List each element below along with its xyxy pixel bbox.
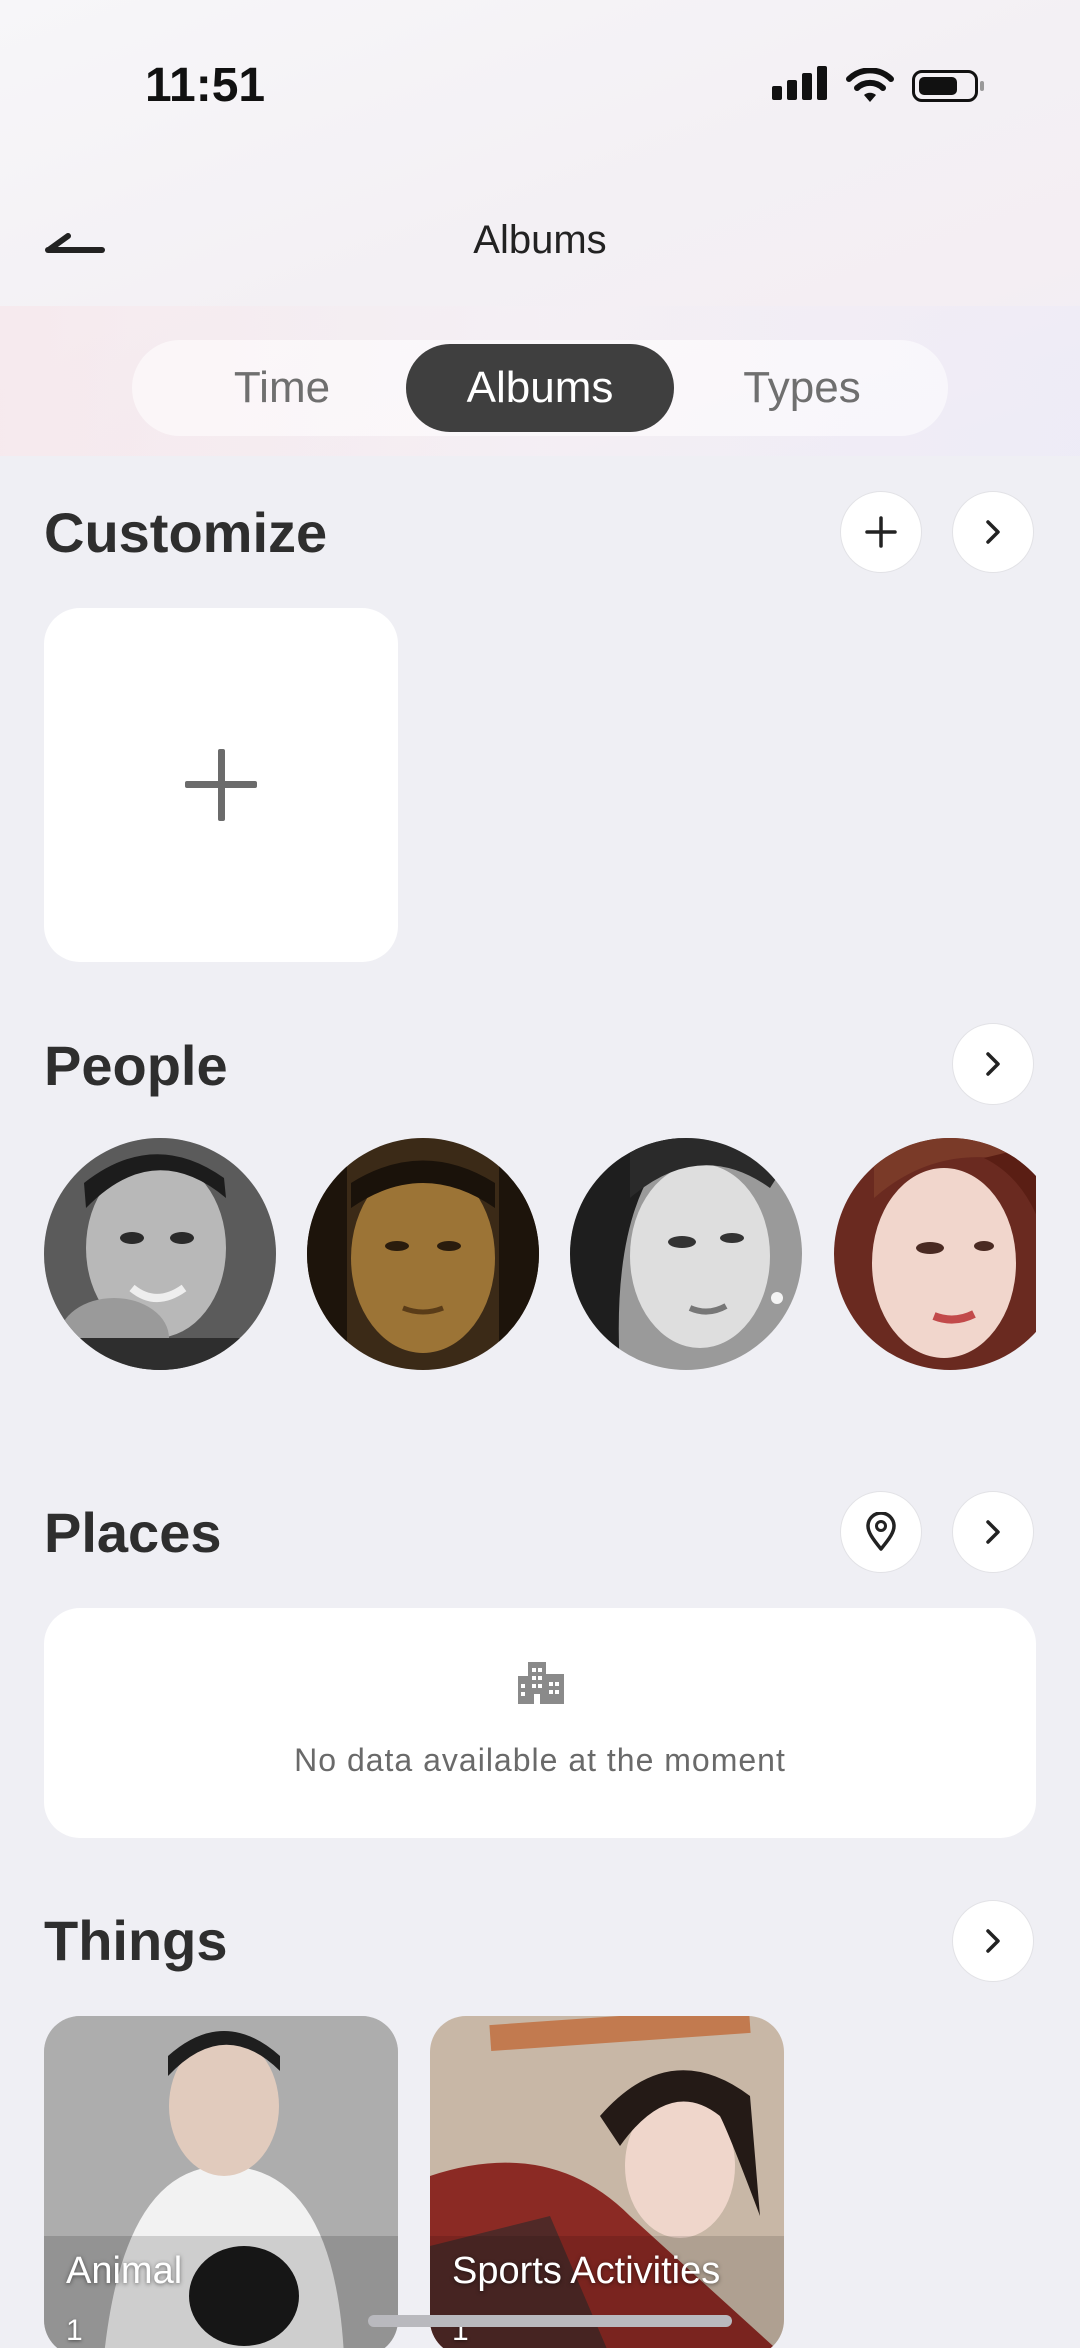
add-album-button[interactable]	[840, 491, 922, 573]
chevron-right-icon	[986, 1052, 1000, 1076]
battery-icon	[912, 70, 984, 102]
home-indicator[interactable]	[368, 2315, 732, 2327]
person-avatar[interactable]	[44, 1138, 276, 1370]
thing-card-animal[interactable]: Animal 1	[44, 2016, 398, 2348]
person-avatar[interactable]	[570, 1138, 802, 1370]
empty-state-text: No data available at the moment	[294, 1742, 786, 1778]
people-more-button[interactable]	[952, 1023, 1034, 1105]
places-empty-state: No data available at the moment	[44, 1608, 1036, 1838]
thing-label: Sports Activities	[452, 2250, 721, 2292]
thing-label: Animal	[66, 2250, 183, 2292]
places-section-title: Places	[44, 1501, 222, 1564]
chevron-right-icon	[986, 1520, 1000, 1544]
chevron-right-icon	[986, 1929, 1000, 1953]
customize-more-button[interactable]	[952, 491, 1034, 573]
things-section-title: Things	[44, 1909, 228, 1972]
tab-time[interactable]: Time	[172, 344, 392, 432]
wifi-icon	[846, 68, 894, 102]
thing-count: 1	[66, 2314, 83, 2347]
thing-card-sports-activities[interactable]: Sports Activities 1	[430, 2016, 784, 2348]
cellular-signal-icon	[772, 66, 828, 106]
people-list	[44, 1138, 1036, 1372]
person-avatar[interactable]	[834, 1138, 1036, 1370]
sports-activities-thumbnail	[430, 2016, 784, 2348]
map-view-button[interactable]	[840, 1491, 922, 1573]
location-pin-icon	[866, 1512, 896, 1551]
chevron-right-icon	[986, 520, 1000, 544]
page-title: Albums	[473, 218, 607, 262]
things-more-button[interactable]	[952, 1900, 1034, 1982]
tab-types[interactable]: Types	[692, 344, 912, 432]
people-section-title: People	[44, 1034, 228, 1097]
create-album-tile[interactable]	[44, 608, 398, 962]
tab-albums[interactable]: Albums	[406, 344, 674, 432]
status-time: 11:51	[145, 59, 266, 112]
animal-thumbnail	[44, 2016, 398, 2348]
view-mode-tabs: Time Albums Types	[132, 340, 948, 436]
person-avatar[interactable]	[307, 1138, 539, 1370]
plus-icon	[865, 516, 897, 548]
building-icon	[518, 1662, 564, 1704]
places-more-button[interactable]	[952, 1491, 1034, 1573]
customize-section-title: Customize	[44, 501, 328, 564]
